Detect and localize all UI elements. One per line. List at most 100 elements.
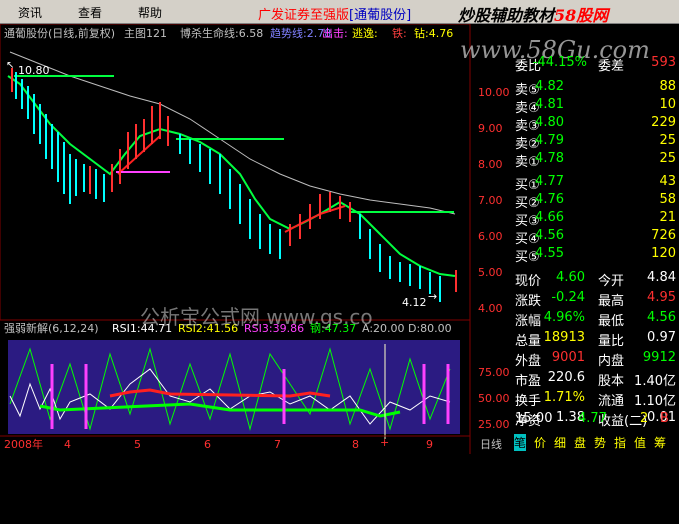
period-label: 日线 (480, 437, 502, 451)
buy-volume: 120 (651, 246, 676, 261)
tab-chips[interactable]: 筹 (654, 434, 666, 451)
tick-vol: 2 (640, 411, 649, 426)
buy-price: 4.66 (535, 210, 564, 225)
buy-volume: 726 (651, 228, 676, 243)
stat-row: 外盘 9001 内盘 9912 (512, 350, 679, 369)
buy-row[interactable]: 买④ 4.56 726 (512, 228, 679, 247)
stat-label: 内盘 (598, 354, 625, 369)
sell-price: 4.78 (535, 151, 564, 166)
menu-view[interactable]: 查看 (78, 4, 102, 21)
quote-panel: 委比 -44.15% 委差 593 卖⑤ 4.82 88 卖④ 4.81 10 卖③ 4.80… (512, 24, 679, 454)
buy-price: 4.55 (535, 246, 564, 261)
stat-value: 1.40亿 (634, 374, 676, 389)
buy-price: 4.56 (535, 228, 564, 243)
buy-row[interactable]: 买⑤ 4.55 120 (512, 246, 679, 265)
lifeline-label: 博杀生命线:6.58 (180, 26, 263, 40)
stat-row: 总量 18913 量比 0.97 (512, 330, 679, 349)
y-tick: 5.00 (478, 266, 503, 279)
tab-trend[interactable]: 势 (594, 434, 606, 451)
stat-label: 量比 (598, 334, 625, 349)
tab-value[interactable]: 值 (634, 434, 646, 451)
stat-label: 现价 (515, 274, 542, 289)
tick-time: 15:00 (515, 411, 553, 426)
x-tick: 4 (64, 438, 71, 451)
bid-diff-value: 593 (651, 55, 676, 70)
watermark-mid: 公析宝公式网 www.gs.co (140, 305, 373, 329)
sell-price: 4.80 (535, 115, 564, 130)
stat-row: 现价 4.60 今开 4.84 (512, 270, 679, 289)
sell-row[interactable]: 卖⑤ 4.82 88 (512, 79, 679, 98)
buy-row[interactable]: 买① 4.77 43 (512, 174, 679, 193)
stat-value: 9001 (551, 350, 585, 365)
stat-row: 涨幅 4.96% 最低 4.56 (512, 310, 679, 329)
stat-value: -0.24 (551, 290, 585, 305)
menu-news[interactable]: 资讯 (18, 4, 42, 21)
x-tick: 7 (274, 438, 281, 451)
sell-volume: 88 (659, 79, 676, 94)
buy-row[interactable]: 买② 4.76 58 (512, 192, 679, 211)
stock-name: 通葡股份(日线,前复权) (4, 26, 115, 40)
stat-value: 0.97 (647, 330, 676, 345)
tab-detail[interactable]: 细 (554, 434, 566, 451)
menu-bar: 资讯 查看 帮助 广发证券至强版[通葡股份] 炒股辅助教材58股网 (0, 0, 679, 25)
buy-volume: 21 (659, 210, 676, 225)
y-tick: 7.00 (478, 194, 503, 207)
sell-row[interactable]: 卖② 4.79 25 (512, 133, 679, 152)
stat-row: 市盈 220.6 股本 1.40亿 (512, 370, 679, 389)
bid-ratio-value: -44.15% (532, 55, 587, 70)
buy-label: 铁: (392, 27, 407, 40)
buy-price: 4.76 (535, 192, 564, 207)
stat-value: 1.10亿 (634, 394, 676, 409)
stat-value: 9912 (642, 350, 676, 365)
sell-row[interactable]: 卖① 4.78 25 (512, 151, 679, 170)
stat-label: 股本 (598, 374, 625, 389)
buy-row[interactable]: 买③ 4.66 21 (512, 210, 679, 229)
sell-volume: 229 (651, 115, 676, 130)
watermark-logo: 炒股辅助教材58股网 (458, 6, 609, 25)
stat-value: 4.60 (556, 270, 585, 285)
stat-row: 换手 1.71% 流通 1.10亿 (512, 390, 679, 409)
buy-price: 4.77 (535, 174, 564, 189)
tick-price: 4.77 (578, 411, 607, 426)
sell-volume: 25 (659, 151, 676, 166)
tab-price[interactable]: 价 (534, 434, 546, 451)
sub-y-tick: 50.00 (478, 392, 510, 405)
y-tick: 10.00 (478, 86, 510, 99)
stat-value: 18913 (543, 330, 585, 345)
sell-price: 4.81 (535, 97, 564, 112)
sell-price: 4.82 (535, 79, 564, 94)
tab-trades[interactable]: 笔 (514, 434, 527, 451)
y-tick: 9.00 (478, 122, 503, 135)
stat-value: 4.96% (543, 310, 585, 325)
stat-label: 换手 (515, 394, 542, 409)
sell-row[interactable]: 卖④ 4.81 10 (512, 97, 679, 116)
sub-y-axis: 75.00 50.00 25.00 (478, 366, 510, 431)
escape-label: 逃逸: (352, 27, 378, 40)
d-label: D:80.00 (408, 322, 452, 335)
stat-label: 涨幅 (515, 314, 542, 329)
x-tick: 5 (134, 438, 141, 451)
y-tick: 4.00 (478, 302, 503, 315)
x-tick: 8 (352, 438, 359, 451)
exit-label: 出击: (322, 26, 348, 40)
low-label: 4.12 (402, 296, 427, 309)
stat-label: 外盘 (515, 354, 542, 369)
stat-label: 最高 (598, 294, 625, 309)
x-axis: 2008年 4 5 6 7 8 9 (4, 437, 433, 451)
sub-y-tick: 25.00 (478, 418, 510, 431)
menu-help[interactable]: 帮助 (138, 4, 162, 21)
x-tick: 2008年 (4, 437, 43, 451)
tick-row (512, 506, 679, 524)
stat-value: 4.56 (647, 310, 676, 325)
tab-bar: 笔 价 细 盘 势 指 值 筹 (512, 430, 679, 454)
high-marker: ↖ (6, 60, 14, 71)
stat-label: 流通 (598, 394, 625, 409)
stat-value: 1.71% (543, 390, 585, 405)
sell-row[interactable]: 卖③ 4.80 229 (512, 115, 679, 134)
stat-label: 市盈 (515, 374, 542, 389)
buy-volume: 58 (659, 192, 676, 207)
kline-chart[interactable]: 通葡股份(日线,前复权) 主图121 博杀生命线:6.58 趋势线:2.78 出… (0, 24, 512, 454)
tab-index[interactable]: 指 (614, 434, 626, 451)
tab-book[interactable]: 盘 (574, 434, 586, 451)
sub-y-tick: 75.00 (478, 366, 510, 379)
